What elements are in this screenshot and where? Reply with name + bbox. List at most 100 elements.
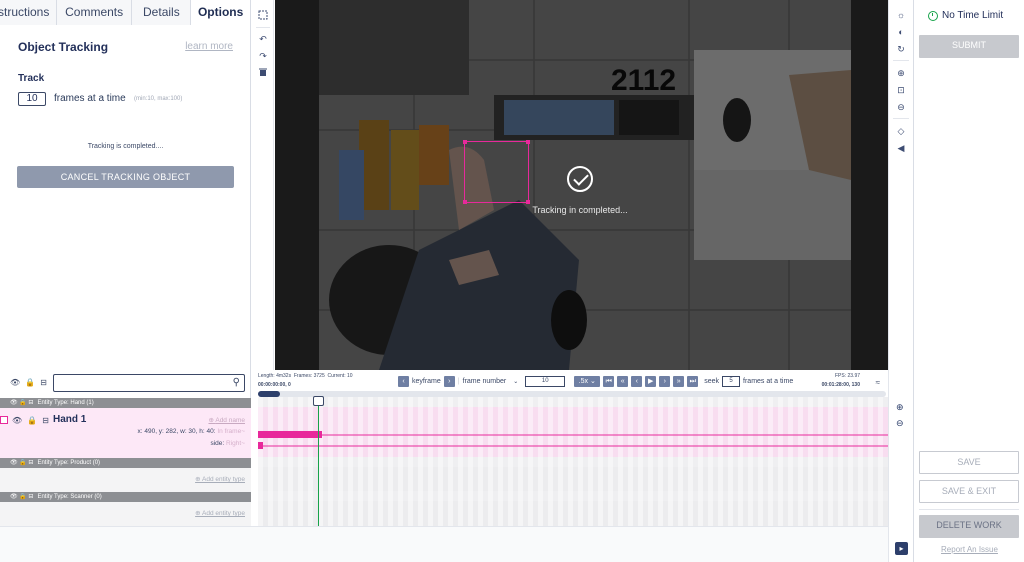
bbox-handle[interactable] [526,140,530,144]
redo-icon[interactable]: ↷ [257,50,269,62]
bbox-handle[interactable] [463,200,467,204]
zoom-in-icon[interactable]: ⊕ [896,402,904,413]
step-forward-button[interactable]: › [659,375,671,387]
entity-global-toggles[interactable]: 👁🔒⊟ [10,378,52,387]
search-icon[interactable]: ⚲ [233,377,240,388]
playback-controls: ‹ keyframe › | frame number ⌄ 10 .5x ⌄ ⏮… [398,375,793,387]
playhead-line [318,406,319,526]
fit-screen-icon[interactable]: ⊡ [895,84,907,96]
bbox-handle[interactable] [526,200,530,204]
speed-select[interactable]: .5x ⌄ [574,375,601,387]
tab-instructions[interactable]: Instructions [0,0,57,25]
tab-options[interactable]: Options [191,0,251,25]
bbox-handle[interactable] [463,140,467,144]
entity-toggles[interactable]: 👁🔒⊟ [12,416,54,425]
drawing-toolbar: ↶ ↷ [252,0,274,370]
entity-toggles[interactable]: 👁 🔒 ⊟ [10,400,33,406]
tracking-complete-text: Tracking in completed... [532,205,628,215]
fast-forward-button[interactable]: » [673,375,685,387]
track-label: Track [18,73,45,84]
pointer-tool-icon[interactable]: ▸ [895,542,908,555]
save-exit-button[interactable]: SAVE & EXIT [919,480,1019,503]
track-grid [258,397,888,526]
entity-toggles[interactable]: 👁 🔒 ⊟ [10,494,33,500]
volume-icon[interactable]: ◀ [895,142,907,154]
skip-start-button[interactable]: ⏮ [603,375,615,387]
product-entity-area: ⊕ Add entity type [0,468,251,492]
entity-type-scanner-header[interactable]: 👁 🔒 ⊟ Entity Type: Scanner (0) [0,492,251,502]
add-entity-type-link[interactable]: ⊕ Add entity type [195,475,245,483]
check-circle-icon [567,166,593,192]
zoom-in-icon[interactable]: ⊕ [895,67,907,79]
entity-search-row: 👁🔒⊟ ⚲ [0,370,251,396]
entity-type-label: Entity Type: Scanner (0) [37,494,102,500]
entity-toggles[interactable]: 👁 🔒 ⊟ [10,460,33,466]
save-button[interactable]: SAVE [919,451,1019,474]
skip-end-button[interactable]: ⏭ [687,375,699,387]
entity-side: side: Right~ [210,440,245,447]
tab-details[interactable]: Details [132,0,192,25]
bounding-box-icon[interactable] [257,9,269,21]
entity-type-hand-header[interactable]: 👁 🔒 ⊟ Entity Type: Hand (1) [0,398,251,408]
undo-icon[interactable]: ↶ [257,33,269,45]
contrast-icon[interactable]: ◐ [895,26,907,38]
video-info: Length: 4m32s Frames: 3725 Current: 10 [258,373,353,379]
frame-number-label: frame number [462,377,507,385]
brightness-icon[interactable]: ☼ [895,9,907,21]
submit-button[interactable]: SUBMIT [919,35,1019,58]
track-area[interactable] [258,397,888,526]
track-segment[interactable] [258,442,263,449]
video-canvas[interactable]: 2112 Tracking in completed... [275,0,888,370]
cancel-tracking-button[interactable]: CANCEL TRACKING OBJECT [17,166,234,188]
eraser-icon[interactable]: ◇ [895,125,907,137]
frames-per-track-input[interactable]: 10 [18,92,46,106]
tab-bar: Instructions Comments Details Options [0,0,251,25]
delete-work-button[interactable]: DELETE WORK [919,515,1019,538]
zoom-out-icon[interactable]: ⊖ [896,418,904,429]
tracking-status: Tracking is completed.... [87,143,164,150]
prev-keyframe-button[interactable]: ‹ [398,375,409,387]
learn-more-link[interactable]: learn more [185,41,233,52]
rotate-icon[interactable]: ↻ [895,43,907,55]
scanner-entity-area: ⊕ Add entity type [0,502,251,526]
entity-coords: x: 490, y: 282, w: 30, h: 40: In frame~ [137,428,245,435]
zoom-out-icon[interactable]: ⊖ [895,101,907,113]
entity-hand-1[interactable]: 👁🔒⊟ Hand 1 ⊕ Add name x: 490, y: 282, w:… [0,408,251,458]
end-timecode: 00:01:28:00, 130 [821,382,860,388]
timeline-menu-icon[interactable]: ≈ [876,378,880,387]
annotation-app: Instructions Comments Details Options Ob… [0,0,1024,562]
chevron-down-icon[interactable]: ⌄ [513,378,518,385]
seek-input[interactable]: 5 [722,375,741,387]
current-timecode: 00:00:00:00, 0 [258,382,291,388]
play-button[interactable]: ▶ [645,375,657,387]
track-segment[interactable] [258,431,322,438]
bottom-spacer [0,526,888,562]
playhead-handle[interactable] [313,396,324,406]
hand-bounding-box[interactable] [463,140,530,204]
stopwatch-icon [928,10,938,21]
rewind-button[interactable]: « [617,375,629,387]
entity-name: Hand 1 [53,414,87,425]
trash-icon[interactable] [257,67,269,79]
timeline: Length: 4m32s Frames: 3725 Current: 10 0… [252,370,888,526]
side-field[interactable]: Right [226,440,241,447]
timer-text: No Time Limit [942,10,1004,21]
entity-type-product-header[interactable]: 👁 🔒 ⊟ Entity Type: Product (0) [0,458,251,468]
entity-type-label: Entity Type: Product (0) [37,460,101,466]
frames-text: frames at a time [54,93,126,104]
step-back-button[interactable]: ‹ [631,375,643,387]
report-issue-link[interactable]: Report An Issue [914,545,1024,554]
entity-search-input[interactable]: ⚲ [53,374,245,392]
in-frame-field[interactable]: In frame [217,428,241,435]
timer: No Time Limit [928,10,1003,21]
entity-color-swatch[interactable] [0,416,8,424]
frame-number-input[interactable]: 10 [525,375,566,387]
next-keyframe-button[interactable]: › [443,375,455,387]
object-tracking-title: Object Tracking [18,40,109,54]
tab-comments[interactable]: Comments [56,0,133,25]
add-entity-type-link[interactable]: ⊕ Add entity type [195,509,245,517]
task-actions-panel: No Time Limit SUBMIT SAVE SAVE & EXIT DE… [913,0,1024,562]
add-name-link[interactable]: ⊕ Add name [208,416,245,424]
view-toolbar: ☼ ◐ ↻ ⊕ ⊡ ⊖ ◇ ◀ [888,0,913,370]
entity-type-label: Entity Type: Hand (1) [37,400,94,406]
